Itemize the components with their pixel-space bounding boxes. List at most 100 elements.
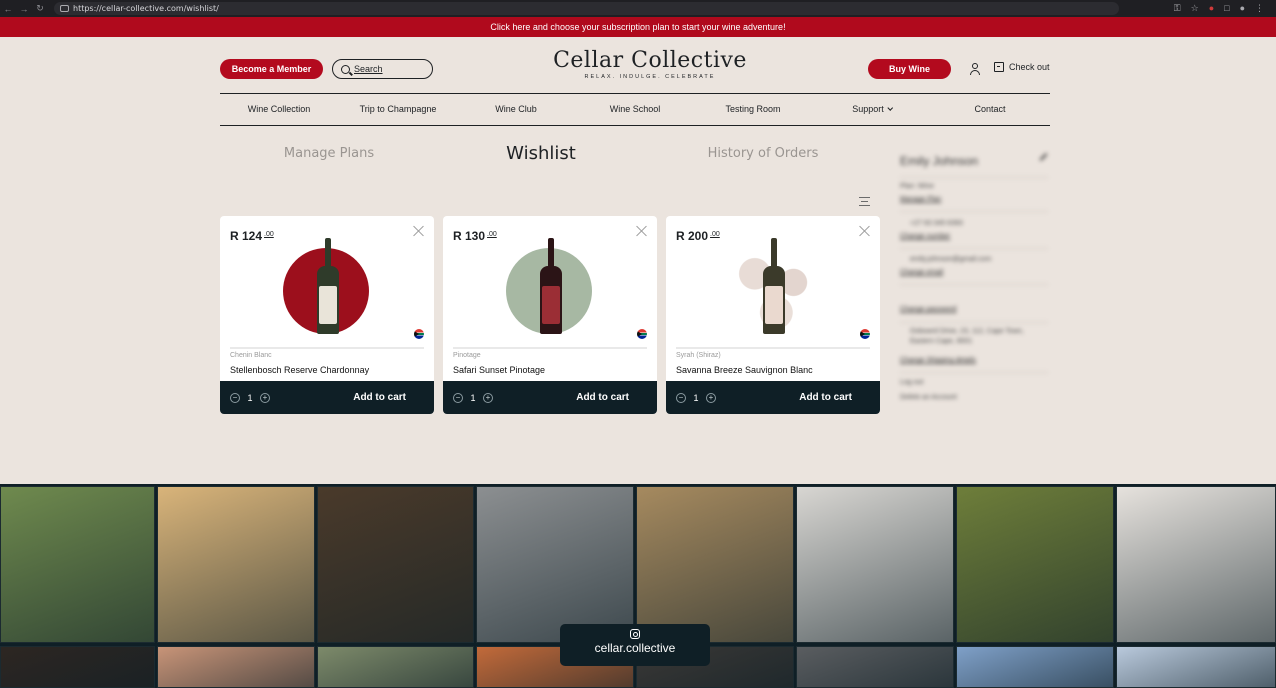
increase-quantity-button[interactable]: + (260, 392, 270, 403)
site-info-icon[interactable] (60, 5, 69, 12)
increase-quantity-button[interactable]: + (483, 392, 493, 403)
back-icon[interactable]: ← (0, 4, 16, 14)
email-text: emily.johnson@gmail.com (910, 256, 992, 263)
instagram-photo[interactable] (0, 646, 155, 688)
bookmark-star-icon[interactable]: ☆ (1191, 3, 1199, 14)
add-to-cart-button[interactable]: Add to cart (576, 392, 629, 403)
reload-icon[interactable]: ↻ (32, 3, 48, 14)
price-amount: R 200 (676, 229, 709, 243)
phone-text: +27 63 345 6393 (910, 220, 963, 227)
remove-from-wishlist-icon[interactable] (859, 225, 871, 237)
shopping-bag-icon (994, 62, 1004, 72)
instagram-photo[interactable] (317, 486, 474, 643)
forward-icon[interactable]: → (16, 4, 32, 14)
product-variety: Chenin Blanc (230, 352, 272, 359)
site-logo[interactable]: Cellar Collective RELAX. INDULGE. CELEBR… (540, 48, 760, 80)
increase-quantity-button[interactable]: + (706, 392, 716, 403)
cart-bar: −1 + Add to cart (443, 381, 657, 414)
search-icon (341, 64, 350, 74)
logo-name: Cellar Collective (553, 48, 747, 73)
product-variety: Pinotage (453, 352, 481, 359)
filter-icon[interactable] (859, 195, 870, 207)
search-button[interactable]: Search (332, 59, 433, 79)
change-number-link[interactable]: Change number (900, 232, 1048, 242)
product-name[interactable]: Savanna Breeze Sauvignon Blanc (676, 365, 813, 375)
instagram-icon (630, 629, 640, 639)
instagram-photo[interactable] (636, 486, 794, 643)
cart-bar: −1 + Add to cart (666, 381, 880, 414)
nav-contact[interactable]: Contact (974, 104, 1005, 114)
log-out-link[interactable]: Log out (900, 378, 1048, 388)
subscription-promo-banner[interactable]: Click here and choose your subscription … (0, 17, 1276, 37)
buy-wine-button[interactable]: Buy Wine (868, 59, 951, 79)
price-amount: R 124 (230, 229, 263, 243)
decrease-quantity-button[interactable]: − (230, 392, 240, 403)
instagram-photo[interactable] (796, 486, 954, 643)
instagram-photo[interactable] (317, 646, 474, 688)
decrease-quantity-button[interactable]: − (453, 392, 463, 403)
product-card[interactable]: R 200.00 Syrah (Shiraz) Savanna Breeze Sau… (666, 216, 880, 414)
instagram-photo[interactable] (1116, 486, 1276, 643)
logo-tagline: RELAX. INDULGE. CELEBRATE (584, 74, 716, 80)
quantity-value: 1 (693, 392, 699, 403)
browser-menu-icon[interactable]: ⋮ (1255, 3, 1264, 14)
instagram-photo[interactable] (476, 486, 634, 643)
become-member-button[interactable]: Become a Member (220, 59, 323, 79)
quantity-value: 1 (247, 392, 253, 403)
instagram-photo[interactable] (956, 486, 1114, 643)
address-bar[interactable]: https://cellar-collective.com/wishlist/ (54, 2, 1119, 15)
edit-pencil-icon[interactable] (1039, 153, 1048, 161)
add-to-cart-button[interactable]: Add to cart (353, 392, 406, 403)
instagram-photo[interactable] (956, 646, 1114, 688)
wine-bottle-image[interactable] (317, 238, 339, 334)
wine-bottle-image[interactable] (540, 238, 562, 334)
product-card[interactable]: R 124.00 Chenin Blanc Stellenbosch Reserve… (220, 216, 434, 414)
instagram-handle-badge[interactable]: cellar.collective (560, 624, 710, 666)
nav-support-label: Support (852, 104, 884, 114)
delete-account-link[interactable]: Delete an Account (900, 393, 1048, 403)
south-africa-flag-icon (414, 329, 424, 339)
manage-plan-link[interactable]: Manage Plan (900, 195, 1048, 205)
instagram-handle: cellar.collective (594, 641, 676, 655)
tab-wishlist[interactable]: Wishlist (506, 143, 576, 164)
profile-avatar-icon[interactable]: ● (1240, 3, 1245, 14)
change-shipping-link[interactable]: Change Shipping details (900, 356, 1048, 366)
tab-history-of-orders[interactable]: History of Orders (708, 146, 819, 161)
nav-wine-collection[interactable]: Wine Collection (248, 104, 311, 114)
product-name[interactable]: Safari Sunset Pinotage (453, 365, 545, 375)
address-text: Oxbowrd Drive, 23, 112, Cape Town, Easte… (910, 328, 1024, 345)
search-label: Search (354, 64, 383, 74)
product-name[interactable]: Stellenbosch Reserve Chardonnay (230, 365, 369, 375)
extension-icon[interactable]: ● (1209, 3, 1214, 14)
remove-from-wishlist-icon[interactable] (413, 225, 425, 237)
instagram-photo[interactable] (157, 486, 315, 643)
nav-testing-room[interactable]: Testing Room (725, 104, 780, 114)
instagram-photo[interactable] (796, 646, 954, 688)
nav-trip-to-champagne[interactable]: Trip to Champagne (360, 104, 437, 114)
product-variety: Syrah (Shiraz) (676, 352, 721, 359)
tab-manage-plans[interactable]: Manage Plans (284, 146, 374, 161)
extensions-puzzle-icon[interactable]: □ (1224, 3, 1229, 14)
nav-support[interactable]: Support (852, 104, 893, 114)
change-password-link[interactable]: Change password (900, 305, 1048, 315)
instagram-photo[interactable] (1116, 646, 1276, 688)
price-cents: .00 (710, 231, 720, 238)
chevron-down-icon (886, 105, 893, 111)
nav-wine-school[interactable]: Wine School (610, 104, 661, 114)
instagram-photo[interactable] (157, 646, 315, 688)
password-key-icon[interactable]: ⚿ (1174, 3, 1181, 14)
checkout-label: Check out (1009, 62, 1050, 72)
change-email-link[interactable]: Change email (900, 268, 1048, 278)
checkout-link[interactable]: Check out (994, 62, 1050, 72)
south-africa-flag-icon (637, 329, 647, 339)
product-card[interactable]: R 130.00 Pinotage Safari Sunset Pinotage −1… (443, 216, 657, 414)
add-to-cart-button[interactable]: Add to cart (799, 392, 852, 403)
remove-from-wishlist-icon[interactable] (636, 225, 648, 237)
browser-toolbar: ← → ↻ https://cellar-collective.com/wish… (0, 0, 1276, 17)
decrease-quantity-button[interactable]: − (676, 392, 686, 403)
nav-wine-club[interactable]: Wine Club (495, 104, 537, 114)
product-price: R 130.00 (453, 229, 497, 243)
account-user-icon[interactable] (969, 63, 981, 75)
wine-bottle-image[interactable] (763, 238, 785, 334)
instagram-photo[interactable] (0, 486, 155, 643)
